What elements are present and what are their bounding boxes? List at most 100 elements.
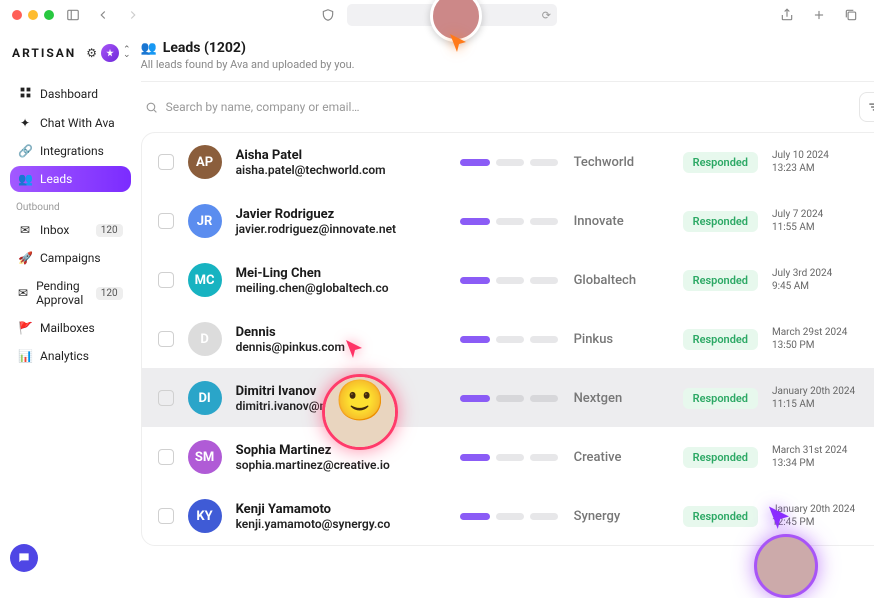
lead-name: Javier Rodriguez xyxy=(236,207,446,222)
new-tab-icon[interactable] xyxy=(808,4,830,26)
sidebar-section-outbound: Outbound xyxy=(16,202,131,213)
lead-company: Pinkus xyxy=(574,332,669,347)
lead-checkbox[interactable] xyxy=(158,508,174,524)
lead-avatar: JR xyxy=(188,204,222,238)
lead-row[interactable]: DDennisdennis@pinkus.comPinkusRespondedM… xyxy=(142,309,874,368)
lead-identity: Javier Rodriguezjavier.rodriguez@innovat… xyxy=(236,207,446,236)
lead-checkbox[interactable] xyxy=(158,331,174,347)
sidebar-badge: 120 xyxy=(96,224,123,237)
lead-status-badge: Responded xyxy=(683,211,758,232)
lead-email: sophia.martinez@creative.io xyxy=(236,458,446,472)
sidebar-item-label: Leads xyxy=(40,172,72,186)
integrations-icon: 🔗 xyxy=(18,144,32,158)
lead-status-badge: Responded xyxy=(683,329,758,350)
lead-avatar: MC xyxy=(188,263,222,297)
lead-progress xyxy=(460,336,560,343)
lead-date: July 7 202411:55 AM xyxy=(772,208,872,234)
lead-identity: Kenji Yamamotokenji.yamamoto@synergy.co xyxy=(236,502,446,531)
lead-date: July 3rd 20249:45 AM xyxy=(772,267,872,293)
gear-icon[interactable]: ⚙ xyxy=(86,46,97,60)
sidebar-badge: 120 xyxy=(96,287,123,300)
sidebar-item-label: Dashboard xyxy=(40,87,98,101)
sidebar-item-campaigns[interactable]: 🚀Campaigns xyxy=(10,245,131,271)
sidebar-item-inbox[interactable]: ✉ Inbox 120 xyxy=(10,217,131,243)
lead-progress xyxy=(460,218,560,225)
chevron-updown-icon[interactable]: ⌃⌄ xyxy=(123,48,131,59)
sidebar-item-integrations[interactable]: 🔗Integrations xyxy=(10,138,131,164)
lead-company: Techworld xyxy=(574,155,669,170)
leads-table: APAisha Patelaisha.patel@techworld.comTe… xyxy=(141,132,874,546)
sidebar-item-leads[interactable]: 👥 Leads xyxy=(10,166,131,192)
sidebar-item-label: Chat With Ava xyxy=(40,116,115,130)
lead-checkbox[interactable] xyxy=(158,390,174,406)
back-button[interactable] xyxy=(92,4,114,26)
mailboxes-icon: 🚩 xyxy=(18,321,32,335)
sidebar-item-pending-approval[interactable]: ✉ Pending Approval 120 xyxy=(10,273,131,313)
lead-row[interactable]: APAisha Patelaisha.patel@techworld.comTe… xyxy=(142,133,874,191)
lead-row[interactable]: JR Javier Rodriguezjavier.rodriguez@innov… xyxy=(142,191,874,250)
maximize-window[interactable] xyxy=(44,10,54,20)
lead-company: Innovate xyxy=(574,214,669,229)
lead-status-badge: Responded xyxy=(683,388,758,409)
collab-avatar-purple xyxy=(754,534,818,598)
lead-status-badge: Responded xyxy=(683,152,758,173)
sidebar-item-analytics[interactable]: 📊Analytics xyxy=(10,343,131,369)
lead-checkbox[interactable] xyxy=(158,449,174,465)
lead-email: meiling.chen@globaltech.co xyxy=(236,281,446,295)
chat-icon xyxy=(17,551,31,565)
leads-icon: 👥 xyxy=(18,172,32,186)
lead-checkbox[interactable] xyxy=(158,272,174,288)
page-subtitle: All leads found by Ava and uploaded by y… xyxy=(141,58,874,71)
window-controls xyxy=(12,10,54,20)
lead-checkbox[interactable] xyxy=(158,213,174,229)
lead-identity: Sophia Martinezsophia.martinez@creative.… xyxy=(236,443,446,472)
lead-progress xyxy=(460,159,560,166)
lead-progress xyxy=(460,454,560,461)
page-title: Leads (1202) xyxy=(163,40,246,56)
lead-email: dennis@pinkus.com xyxy=(236,340,446,354)
search-placeholder: Search by name, company or email… xyxy=(166,100,360,114)
lead-company: Globaltech xyxy=(574,273,669,288)
lead-progress xyxy=(460,395,560,402)
sidebar: ARTISAN ⚙ ⌃⌄ Dashboard✦Chat With Ava🔗Int… xyxy=(0,30,137,584)
cursor-purple-icon xyxy=(764,504,794,534)
forward-button[interactable] xyxy=(122,4,144,26)
close-window[interactable] xyxy=(12,10,22,20)
lead-status-badge: Responded xyxy=(683,270,758,291)
inbox-icon: ✉ xyxy=(18,223,32,237)
lead-name: Aisha Patel xyxy=(236,148,446,163)
lead-identity: Mei-Ling Chenmeiling.chen@globaltech.co xyxy=(236,266,446,295)
minimize-window[interactable] xyxy=(28,10,38,20)
search-input[interactable]: Search by name, company or email… xyxy=(141,94,849,120)
sidebar-item-chat-with-ava[interactable]: ✦Chat With Ava xyxy=(10,110,131,136)
tabs-icon[interactable] xyxy=(840,4,862,26)
lead-name: Kenji Yamamoto xyxy=(236,502,446,517)
lead-avatar: KY xyxy=(188,499,222,533)
lead-checkbox[interactable] xyxy=(158,154,174,170)
shield-icon[interactable] xyxy=(317,4,339,26)
sidebar-item-label: Inbox xyxy=(40,223,69,237)
lead-row[interactable]: MC Mei-Ling Chenmeiling.chen@globaltech.c… xyxy=(142,250,874,309)
leads-icon: 👥 xyxy=(141,41,157,56)
lead-identity: Aisha Patelaisha.patel@techworld.com xyxy=(236,148,446,177)
filter-button[interactable] xyxy=(859,92,874,122)
sidebar-toggle-icon[interactable] xyxy=(62,4,84,26)
pending-icon: ✉ xyxy=(18,286,28,300)
ava-avatar-icon[interactable] xyxy=(101,44,119,62)
lead-avatar: SM xyxy=(188,440,222,474)
dashboard-icon xyxy=(18,86,32,102)
sidebar-item-dashboard[interactable]: Dashboard xyxy=(10,80,131,108)
refresh-icon[interactable]: ⟳ xyxy=(542,9,551,22)
sidebar-item-mailboxes[interactable]: 🚩Mailboxes xyxy=(10,315,131,341)
lead-row[interactable]: DIDimitri Ivanovdimitri.ivanov@nextgen.n… xyxy=(142,368,874,427)
lead-avatar: D xyxy=(188,322,222,356)
sidebar-item-label: Pending Approval xyxy=(36,279,88,307)
help-chat-button[interactable] xyxy=(10,544,38,572)
lead-date: January 20th 202411:15 AM xyxy=(772,385,872,411)
lead-row[interactable]: SM Sophia Martinezsophia.martinez@creativ… xyxy=(142,427,874,486)
collab-avatar-pink: 🙂 xyxy=(322,374,398,450)
lead-email: javier.rodriguez@innovate.net xyxy=(236,222,446,236)
share-icon[interactable] xyxy=(776,4,798,26)
lead-name: Mei-Ling Chen xyxy=(236,266,446,281)
lead-progress xyxy=(460,513,560,520)
